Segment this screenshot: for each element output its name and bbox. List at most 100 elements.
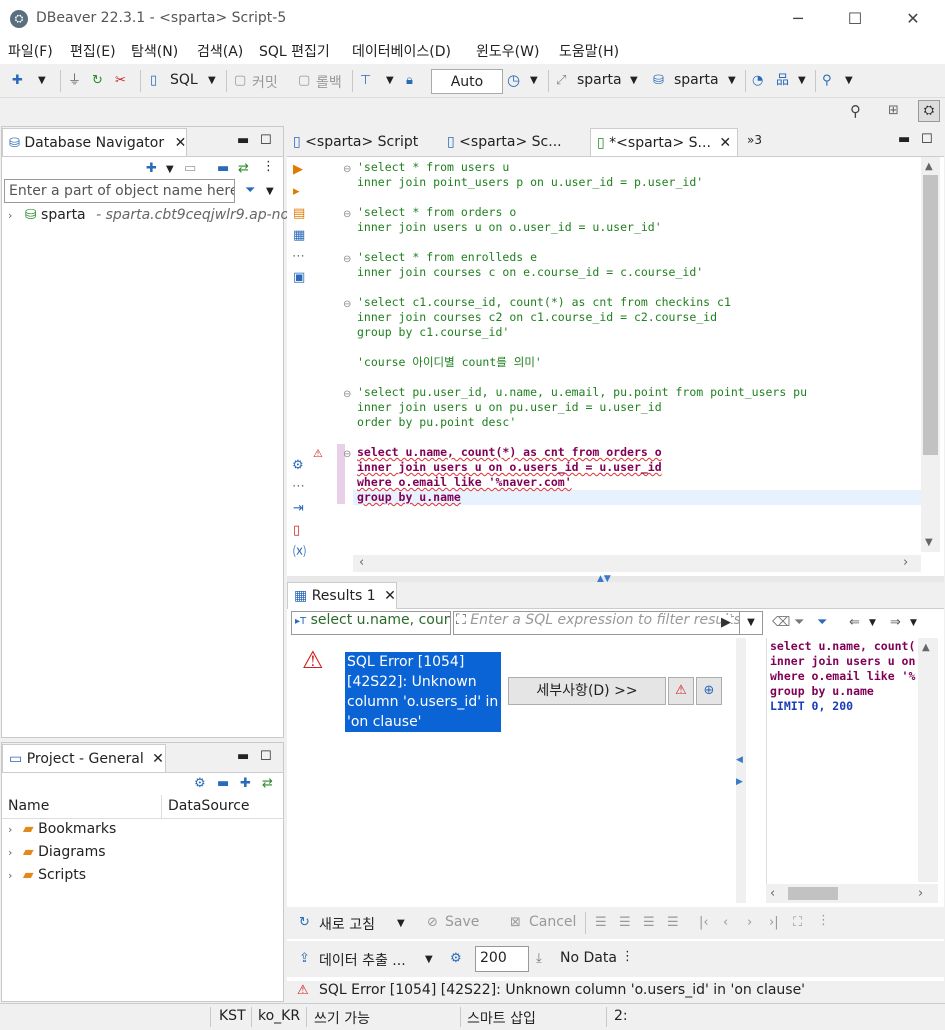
filter-settings-icon[interactable]: ⏷ bbox=[794, 615, 804, 631]
link-icon[interactable]: ⇄ bbox=[262, 776, 273, 792]
side-sql-hscrollbar[interactable]: ‹ › bbox=[766, 884, 938, 903]
close-window-button[interactable]: ✕ bbox=[893, 6, 933, 32]
lock-icon[interactable]: 🔒︎ bbox=[406, 73, 413, 89]
fetch-settings-icon[interactable]: ⚙ bbox=[450, 951, 462, 967]
close-tab-icon[interactable]: ✕ bbox=[719, 135, 731, 151]
close-tab-icon[interactable]: ✕ bbox=[152, 751, 164, 767]
more-icon[interactable]: ⋮ bbox=[621, 949, 634, 965]
link-editor-icon[interactable]: ⇄ bbox=[238, 161, 249, 177]
dropdown-arrow-icon[interactable]: ▼ bbox=[386, 73, 394, 89]
settings-icon[interactable]: ⚙ bbox=[292, 458, 304, 474]
maximize-view-icon[interactable]: ☐ bbox=[260, 749, 272, 765]
minimize-button[interactable]: ─ bbox=[778, 6, 818, 32]
maximize-view-icon[interactable]: ☐ bbox=[921, 132, 933, 148]
scrollbar-thumb[interactable] bbox=[923, 175, 938, 455]
fetch-all-icon[interactable]: ⤓ bbox=[536, 951, 542, 967]
database-icon[interactable]: ⛁ bbox=[653, 73, 664, 89]
more-tabs-indicator[interactable]: »3 bbox=[747, 126, 762, 154]
chevron-right-icon[interactable]: › bbox=[8, 209, 12, 222]
menu-edit[interactable]: 편집(E) bbox=[70, 41, 116, 61]
variables-icon[interactable]: ⒳ bbox=[293, 545, 306, 561]
refresh-button[interactable]: 새로 고침 bbox=[319, 914, 375, 934]
dropdown-arrow-icon[interactable]: ▼ bbox=[397, 916, 405, 932]
export-icon[interactable]: ⇥ bbox=[293, 501, 304, 517]
fetch-size-input[interactable]: 200 bbox=[475, 946, 529, 972]
explain-plan-icon[interactable]: ▦ bbox=[293, 228, 305, 244]
tree-item-sparta[interactable]: › ⛁ sparta - sparta.cbt9ceqjwlr9.ap-no bbox=[8, 207, 289, 227]
scroll-up-icon[interactable]: ▲ bbox=[925, 159, 933, 175]
maximize-button[interactable]: ☐ bbox=[835, 6, 875, 32]
fold-icon[interactable]: ⊖ bbox=[343, 207, 351, 223]
tab-script-2[interactable]: ▯ <sparta> Sc... bbox=[447, 128, 562, 156]
new-connection-icon[interactable]: ✚ bbox=[12, 73, 23, 89]
sql-editor[interactable]: ▶ ▸ ▤ ▦ ⋯ ▣ ⚙ ⚠ ⋯ ⇥ ▯ ⒳ ⊖ ⊖ ⊖ ⊖ ⊖ ⊖ 'sel… bbox=[287, 157, 944, 576]
configure-icon[interactable]: ⚙ bbox=[194, 776, 206, 792]
menu-navigate[interactable]: 탐색(N) bbox=[131, 41, 178, 61]
scroll-left-icon[interactable]: ‹ bbox=[770, 886, 775, 902]
tab-database-navigator[interactable]: ⛁ Database Navigator ✕ bbox=[2, 128, 187, 156]
quick-search-icon[interactable]: ⚲ bbox=[850, 103, 861, 119]
chevron-right-icon[interactable]: › bbox=[8, 823, 12, 836]
minimize-view-icon[interactable]: ▬ bbox=[237, 749, 249, 765]
chevron-right-icon[interactable]: › bbox=[8, 869, 12, 882]
menu-search[interactable]: 검색(A) bbox=[197, 41, 243, 61]
dropdown-arrow-icon[interactable]: ▼ bbox=[38, 73, 46, 89]
close-tab-icon[interactable]: ✕ bbox=[384, 588, 396, 604]
terminal-icon[interactable]: ▣ bbox=[293, 270, 305, 286]
dropdown-arrow-icon[interactable]: ▼ bbox=[630, 73, 638, 89]
menu-help[interactable]: 도움말(H) bbox=[559, 41, 619, 61]
collapse-left-icon[interactable]: ◀ bbox=[736, 752, 743, 768]
dropdown-arrow-icon[interactable]: ▼ bbox=[425, 952, 433, 968]
fold-icon[interactable]: ⊖ bbox=[343, 387, 351, 403]
scroll-up-icon[interactable]: ▲ bbox=[922, 640, 930, 656]
execute-script-icon[interactable]: ▤ bbox=[293, 206, 305, 222]
scroll-right-icon[interactable]: › bbox=[918, 886, 923, 902]
filter-icon[interactable]: ⏷ bbox=[245, 183, 255, 199]
reconnect-icon[interactable]: ↻ bbox=[92, 73, 103, 89]
scroll-left-icon[interactable]: ‹ bbox=[359, 555, 364, 571]
dropdown-arrow-icon[interactable]: ▼ bbox=[728, 73, 736, 89]
filter-icon[interactable]: ⏷ bbox=[817, 615, 827, 631]
project-item-scripts[interactable]: › ▰ Scripts bbox=[8, 867, 86, 883]
more-icon[interactable]: ⋯ bbox=[292, 249, 305, 265]
add-icon[interactable]: ✚ bbox=[240, 776, 251, 792]
dbeaver-perspective-icon[interactable]: ⛭ bbox=[918, 100, 940, 122]
column-header-datasource[interactable]: DataSource bbox=[168, 798, 250, 814]
filter-history-icon[interactable]: ▼ bbox=[739, 611, 763, 635]
horizontal-scrollbar[interactable]: ‹ › bbox=[353, 555, 921, 572]
collapse-right-icon[interactable]: ▶ bbox=[736, 774, 743, 790]
datasource-connection-icon[interactable]: ⤢ bbox=[556, 73, 566, 89]
minimize-view-icon[interactable]: ▬ bbox=[237, 133, 249, 149]
query-label-box[interactable]: ▸T select u.name, coun bbox=[291, 611, 451, 635]
new-connection-icon[interactable]: ✚ bbox=[146, 161, 157, 177]
project-item-bookmarks[interactable]: › ▰ Bookmarks bbox=[8, 821, 116, 837]
export-data-icon[interactable]: ⇪ bbox=[299, 951, 310, 967]
menu-database[interactable]: 데이터베이스(D) bbox=[352, 41, 451, 61]
panel-collapse-strip[interactable]: ◀ ▶ bbox=[736, 638, 746, 903]
collapse-all-icon[interactable]: ▬ bbox=[217, 161, 229, 177]
tab-results-1[interactable]: ▦ Results 1 ✕ bbox=[287, 582, 397, 609]
file-error-icon[interactable]: ▯ bbox=[293, 523, 300, 539]
commit-mode-field[interactable]: Auto bbox=[431, 69, 503, 94]
goto-error-icon[interactable]: ⊕ bbox=[696, 677, 722, 705]
execute-statement-icon[interactable]: ▶ bbox=[293, 162, 303, 178]
history-icon[interactable]: ◷ bbox=[507, 72, 520, 88]
maximize-view-icon[interactable]: ☐ bbox=[260, 133, 272, 149]
chevron-right-icon[interactable]: › bbox=[8, 846, 12, 859]
results-filter-input[interactable]: ⛶ Enter a SQL expression to filter resul… bbox=[453, 611, 763, 635]
new-folder-icon[interactable]: ▭ bbox=[184, 161, 196, 177]
dropdown-arrow-icon[interactable]: ▼ bbox=[530, 73, 538, 89]
project-item-diagrams[interactable]: › ▰ Diagrams bbox=[8, 844, 106, 860]
navigator-filter-input[interactable]: Enter a part of object name here bbox=[4, 179, 235, 203]
tab-script-1[interactable]: ▯ <sparta> Script bbox=[293, 128, 418, 156]
forward-arrow-icon[interactable]: ⇒ bbox=[890, 615, 901, 631]
sql-button[interactable]: SQL bbox=[170, 72, 198, 88]
dropdown-arrow-icon[interactable]: ▼ bbox=[208, 73, 216, 89]
collapse-icon[interactable]: ▬ bbox=[217, 776, 229, 792]
fold-icon[interactable]: ⊖ bbox=[343, 447, 351, 463]
fold-icon[interactable]: ⊖ bbox=[343, 297, 351, 313]
side-sql-vscrollbar[interactable]: ▲ bbox=[918, 638, 938, 882]
export-data-button[interactable]: 데이터 추출 ... bbox=[319, 950, 406, 970]
dropdown-arrow-icon[interactable]: ▼ bbox=[798, 73, 806, 89]
fold-icon[interactable]: ⊖ bbox=[343, 252, 351, 268]
